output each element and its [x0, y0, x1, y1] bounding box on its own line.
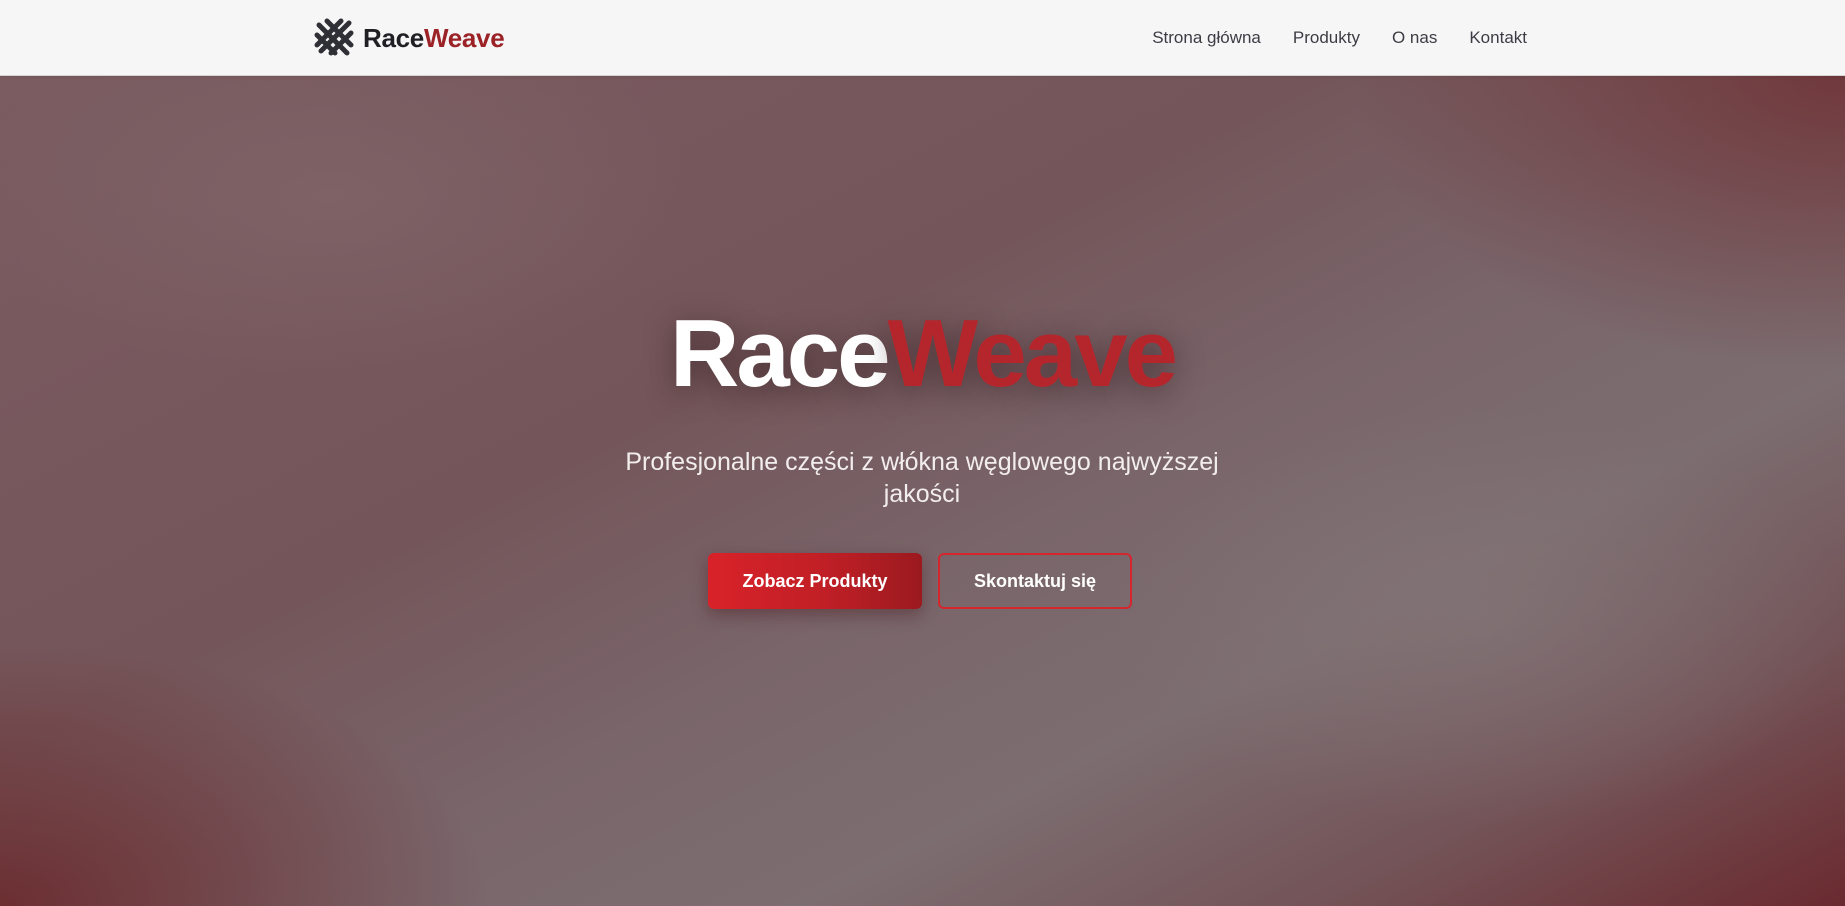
hero-title-race: Race	[670, 300, 890, 407]
nav-link-products[interactable]: Produkty	[1293, 28, 1360, 48]
crossed-weave-icon	[314, 18, 354, 56]
brand-logo-link[interactable]: RaceWeave	[313, 16, 505, 60]
main-nav: Strona główna Produkty O nas Kontakt	[1152, 0, 1527, 76]
brand-name-weave: Weave	[423, 22, 505, 53]
view-products-button[interactable]: Zobacz Produkty	[708, 553, 922, 609]
nav-link-contact[interactable]: Kontakt	[1469, 28, 1527, 48]
nav-link-about[interactable]: O nas	[1392, 28, 1437, 48]
hero-actions: Zobacz Produkty Skontaktuj się	[708, 553, 1132, 609]
contact-us-button[interactable]: Skontaktuj się	[938, 553, 1132, 609]
brand-name: RaceWeave	[363, 22, 505, 54]
hero-title: RaceWeave	[0, 306, 1845, 402]
brand-name-race: Race	[363, 22, 424, 53]
hero-title-weave: Weave	[887, 300, 1178, 407]
nav-link-home[interactable]: Strona główna	[1152, 28, 1261, 48]
top-navbar: RaceWeave Strona główna Produkty O nas K…	[0, 0, 1845, 76]
hero-section: RaceWeave Profesjonalne części z włókna …	[0, 76, 1845, 906]
hero-subtitle: Profesjonalne części z włókna węglowego …	[625, 448, 1219, 508]
